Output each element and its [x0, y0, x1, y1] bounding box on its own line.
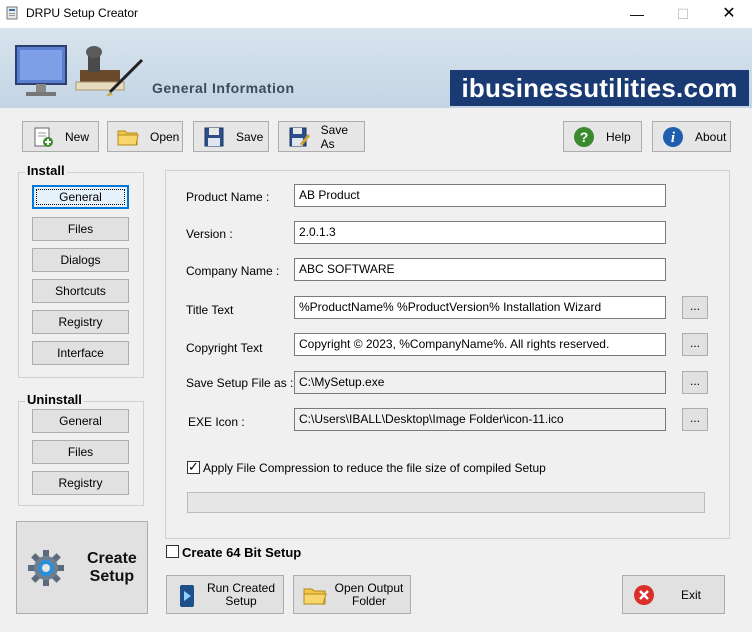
create-setup-label: Create Setup	[87, 550, 137, 585]
install-group-label: Install	[25, 163, 67, 178]
install-interface-button[interactable]: Interface	[32, 341, 129, 365]
app-icon	[6, 6, 18, 20]
close-button[interactable]: ✕	[706, 0, 752, 28]
product-name-label: Product Name :	[186, 190, 270, 204]
info-icon: i	[661, 126, 685, 148]
copyright-browse-button[interactable]: ...	[682, 333, 708, 356]
open-folder-icon	[303, 588, 327, 605]
maximize-button[interactable]: ☐	[660, 0, 706, 28]
uninstall-registry-button[interactable]: Registry	[32, 471, 129, 495]
install-general-button[interactable]: General	[32, 185, 129, 209]
new-label: New	[65, 129, 90, 144]
help-label: Help	[606, 129, 631, 144]
setup-creator-logo	[15, 45, 144, 96]
exe-icon-label: EXE Icon :	[188, 415, 245, 429]
title-text-label: Title Text	[186, 303, 234, 317]
minimize-button[interactable]: —	[614, 0, 660, 28]
product-name-input[interactable]: AB Product	[294, 184, 666, 207]
new-file-icon	[31, 126, 55, 148]
save-setup-file-label: Save Setup File as :	[186, 376, 294, 390]
version-label: Version :	[186, 227, 233, 241]
create-64-bit-label: Create 64 Bit Setup	[182, 545, 302, 560]
brand-logo-text: ibusinessutilities.com	[450, 70, 749, 106]
run-setup-icon	[180, 585, 194, 607]
floppy-disk-icon	[202, 126, 226, 148]
copyright-text-input[interactable]: Copyright © 2023, %CompanyName%. All rig…	[294, 333, 666, 356]
save-as-label: Save As	[320, 122, 348, 151]
exit-button[interactable]: Exit	[622, 575, 725, 614]
install-shortcuts-button[interactable]: Shortcuts	[32, 279, 129, 303]
exe-icon-browse-button[interactable]: ...	[682, 408, 708, 431]
header-banner: General Information ibusinessutilities.c…	[0, 28, 752, 108]
install-dialogs-button[interactable]: Dialogs	[32, 248, 129, 272]
exe-icon-input[interactable]: C:\Users\IBALL\Desktop\Image Folder\icon…	[294, 408, 666, 431]
create-setup-button[interactable]: Create Setup	[16, 521, 148, 614]
create-64-bit-checkbox[interactable]	[166, 545, 179, 558]
help-icon: ?	[572, 126, 596, 148]
open-output-folder-button[interactable]: Open Output Folder	[293, 575, 411, 614]
run-created-setup-label: Run Created Setup	[206, 581, 276, 608]
help-button[interactable]: ? Help	[563, 121, 642, 152]
title-text-browse-button[interactable]: ...	[682, 296, 708, 319]
folder-icon	[116, 126, 140, 148]
exit-label: Exit	[681, 588, 702, 602]
open-output-folder-label: Open Output Folder	[334, 581, 404, 608]
compression-label: Apply File Compression to reduce the fil…	[203, 461, 546, 475]
install-files-button[interactable]: Files	[32, 217, 129, 241]
progress-bar	[187, 492, 705, 513]
about-button[interactable]: i About	[652, 121, 731, 152]
run-created-setup-button[interactable]: Run Created Setup	[166, 575, 284, 614]
new-button[interactable]: New	[22, 121, 99, 152]
compression-checkbox[interactable]	[187, 459, 200, 475]
open-button[interactable]: Open	[107, 121, 183, 152]
save-as-button[interactable]: Save As	[278, 121, 365, 152]
about-label: About	[695, 129, 727, 144]
save-as-icon	[287, 126, 311, 148]
save-label: Save	[236, 129, 264, 144]
uninstall-group-label: Uninstall	[25, 392, 84, 407]
svg-text:?: ?	[580, 129, 589, 145]
company-name-label: Company Name :	[186, 264, 280, 278]
install-registry-button[interactable]: Registry	[32, 310, 129, 334]
save-button[interactable]: Save	[193, 121, 269, 152]
exit-icon	[634, 585, 654, 605]
uninstall-files-button[interactable]: Files	[32, 440, 129, 464]
version-input[interactable]: 2.0.1.3	[294, 221, 666, 244]
save-setup-browse-button[interactable]: ...	[682, 371, 708, 394]
window-title: DRPU Setup Creator	[26, 6, 139, 20]
copyright-text-label: Copyright Text	[186, 341, 263, 355]
open-label: Open	[150, 129, 180, 144]
title-bar: DRPU Setup Creator — ☐ ✕	[0, 0, 752, 28]
save-setup-file-input[interactable]: C:\MySetup.exe	[294, 371, 666, 394]
uninstall-general-button[interactable]: General	[32, 409, 129, 433]
title-text-input[interactable]: %ProductName% %ProductVersion% Installat…	[294, 296, 666, 319]
company-name-input[interactable]: ABC SOFTWARE	[294, 258, 666, 281]
gear-icon	[28, 550, 64, 586]
section-title: General Information	[152, 80, 295, 96]
